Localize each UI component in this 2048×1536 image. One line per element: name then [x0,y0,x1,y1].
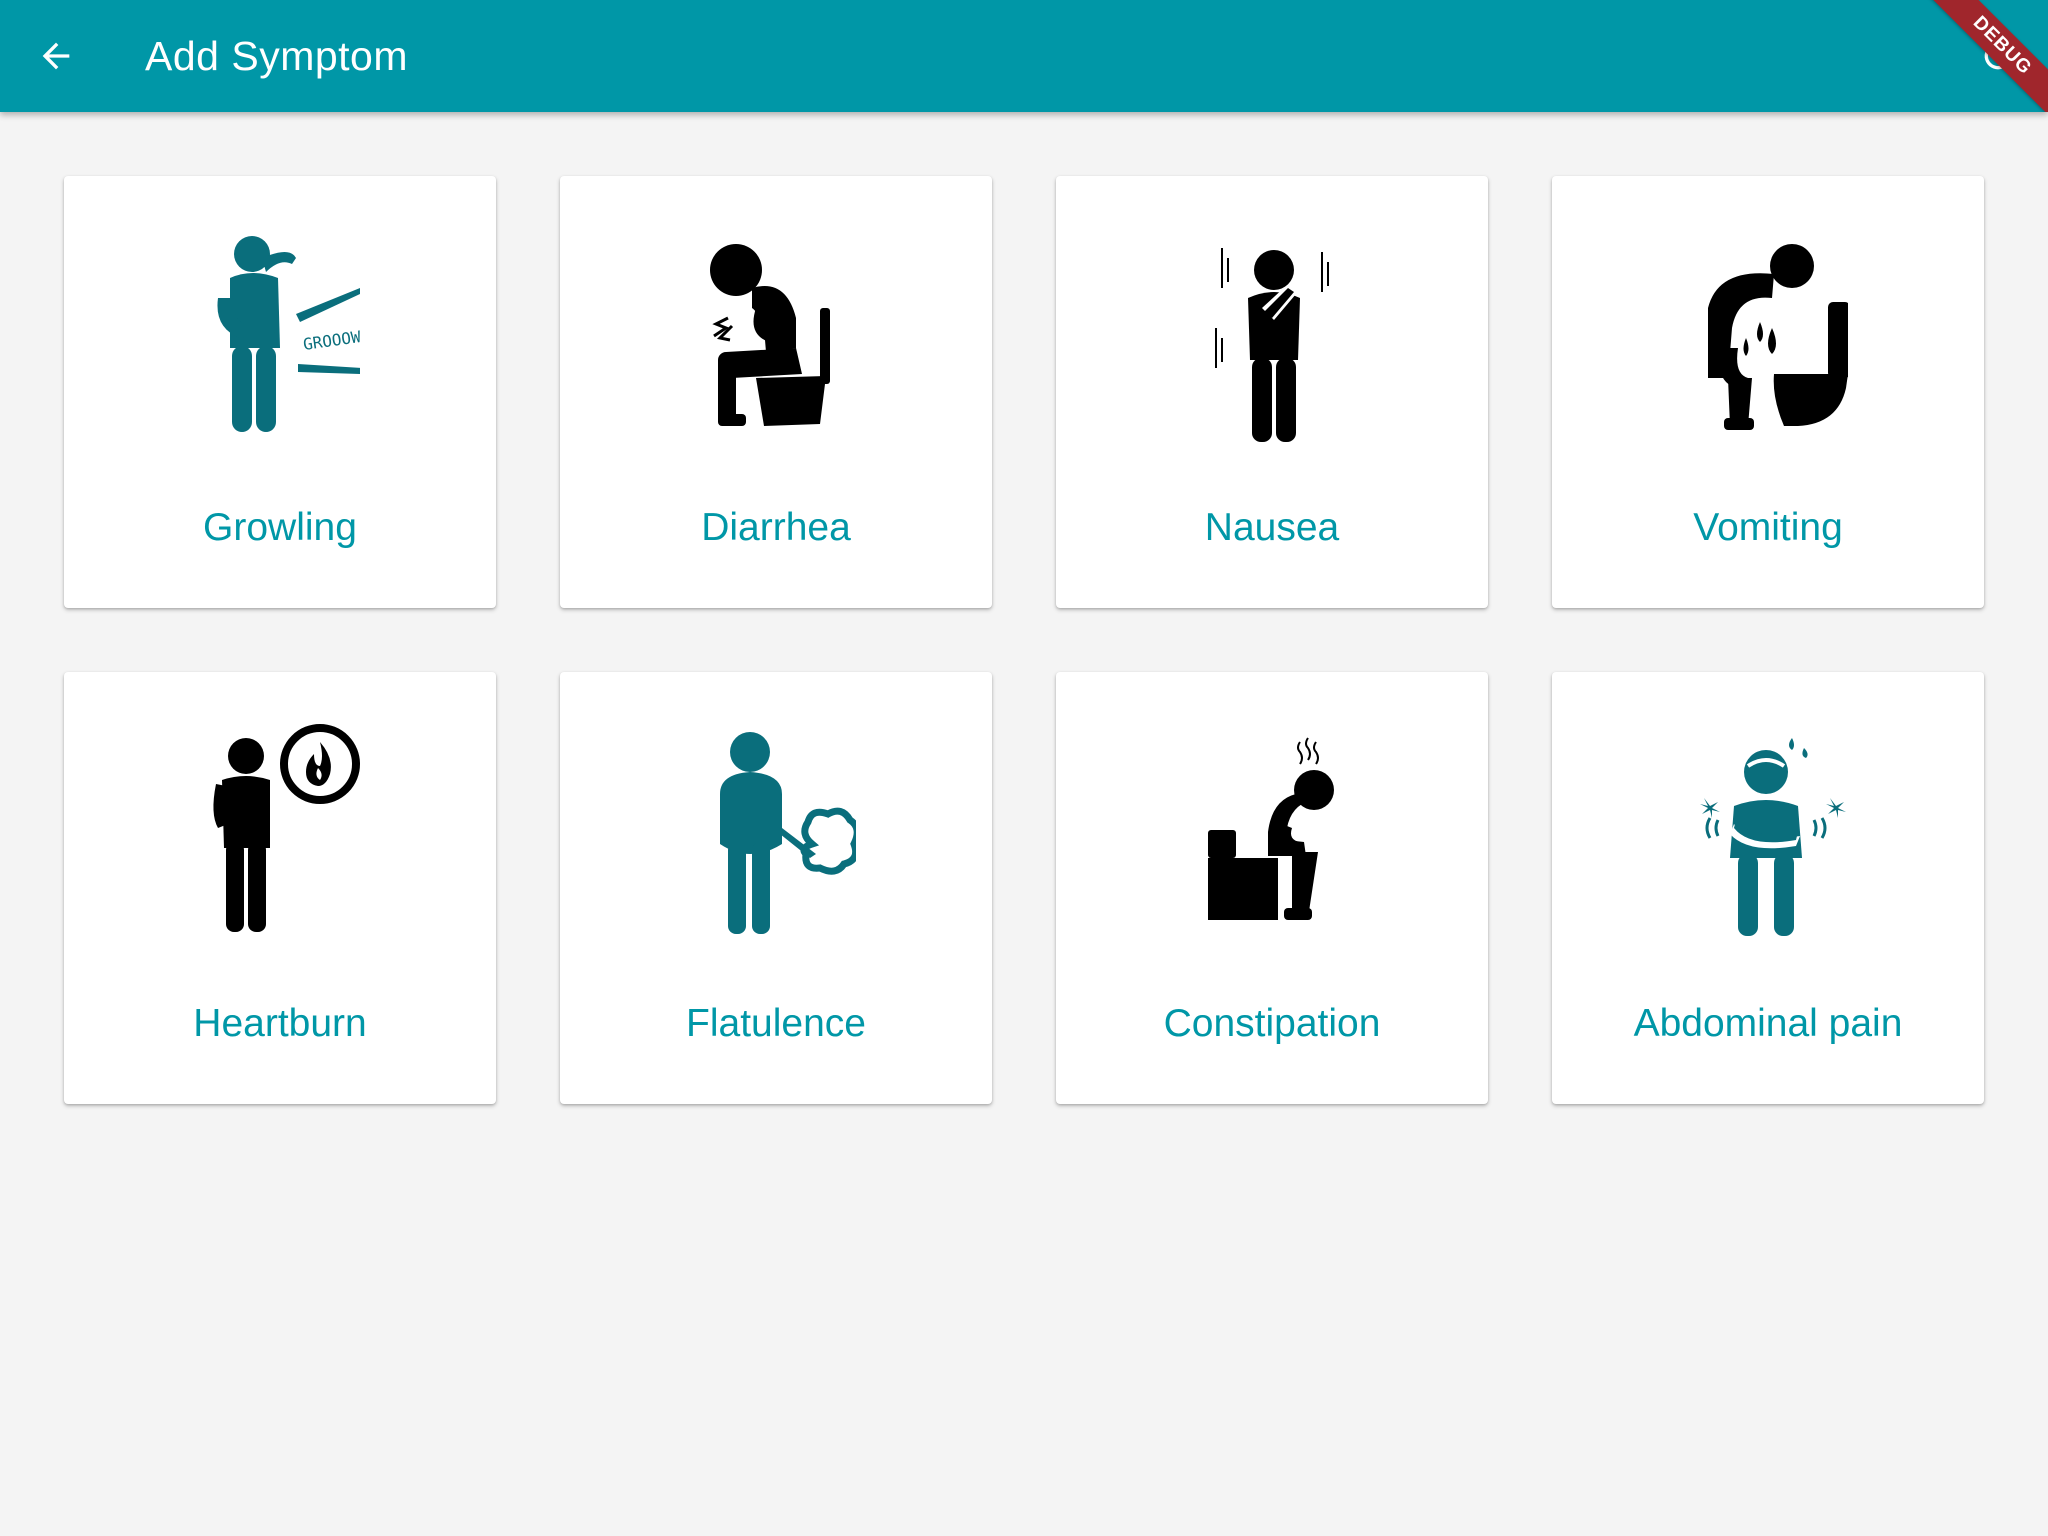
symptom-label: Constipation [1163,1002,1381,1045]
vomiting-icon [1688,228,1850,448]
symptom-card-growling[interactable]: GROOOW Growling [64,176,496,608]
app-bar: Add Symptom DEBUG [0,0,2048,112]
symptom-label: Diarrhea [701,506,851,549]
nausea-icon [1192,228,1352,448]
flatulence-icon [696,724,861,944]
symptom-card-vomiting[interactable]: Vomiting [1552,176,1984,608]
svg-text:GROOOW: GROOOW [302,327,360,354]
symptom-card-constipation[interactable]: Constipation [1056,672,1488,1104]
diarrhea-icon [696,228,856,448]
constipation-icon [1192,724,1352,944]
symptom-label: Vomiting [1693,506,1843,549]
page-title: Add Symptom [145,33,408,79]
back-button[interactable] [24,24,88,88]
symptom-card-nausea[interactable]: Nausea [1056,176,1488,608]
heartburn-icon [200,724,360,944]
symptom-grid: GROOOW Growling Diarrhea Nausea Vomiting… [64,176,1984,1104]
symptom-label: Abdominal pain [1633,1002,1903,1045]
growling-icon: GROOOW [200,228,362,448]
symptom-card-abdominal-pain[interactable]: Abdominal pain [1552,672,1984,1104]
abdominal-pain-icon [1688,724,1848,944]
symptom-label: Heartburn [193,1002,367,1045]
symptom-card-heartburn[interactable]: Heartburn [64,672,496,1104]
symptom-card-flatulence[interactable]: Flatulence [560,672,992,1104]
symptom-label: Nausea [1204,506,1340,549]
arrow-back-icon [42,42,70,70]
symptom-label: Growling [203,506,357,549]
symptom-label: Flatulence [686,1002,866,1045]
symptom-card-diarrhea[interactable]: Diarrhea [560,176,992,608]
